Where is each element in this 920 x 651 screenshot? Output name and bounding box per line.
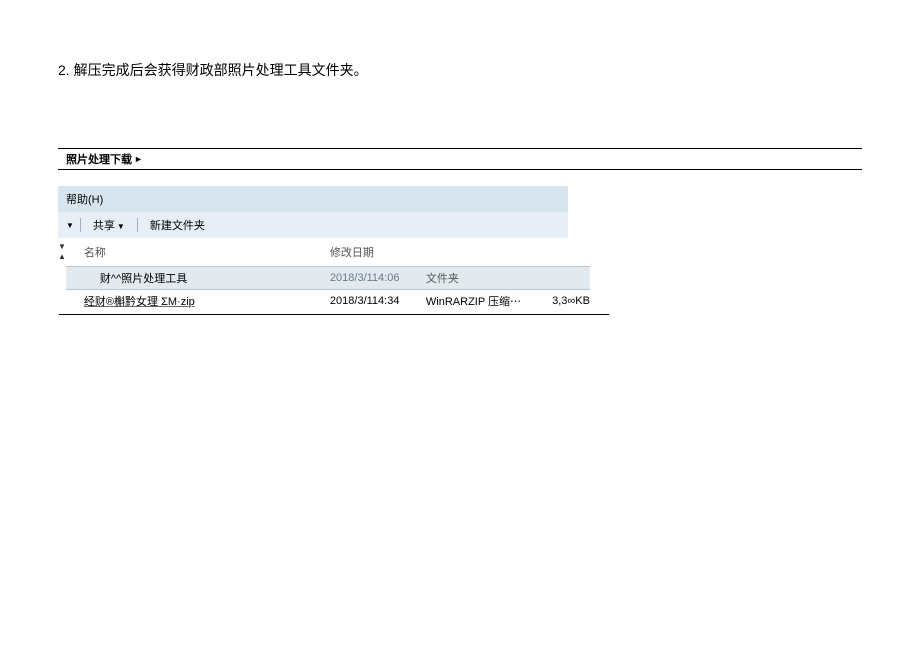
separator [80, 218, 81, 232]
new-folder-button[interactable]: 新建文件夹 [144, 217, 211, 233]
sort-down-icon: ▼ [58, 242, 66, 252]
sort-indicator: ▼ ▲ [58, 238, 66, 312]
chevron-down-icon: ▼ [117, 222, 125, 231]
col-date[interactable]: 修改日期 [330, 244, 426, 260]
file-date: 2018/3/114:06 [330, 272, 426, 284]
menubar: 帮助(H) [58, 186, 568, 212]
organize-dropdown-icon[interactable]: ▼ [66, 221, 74, 230]
instruction-text: 2. 解压完成后会获得财政部照片处理工具文件夹。 [58, 60, 862, 80]
file-type: WinRARZIP 压缩⋯ [426, 293, 540, 309]
breadcrumb-bar: 照片处理下载 ► [58, 148, 862, 170]
divider [59, 314, 609, 315]
list-item[interactable]: 财^^照片处理工具 2018/3/114:06 文件夹 [66, 266, 590, 290]
column-headers: 名称 修改日期 [66, 238, 590, 266]
col-size[interactable] [540, 244, 590, 260]
separator [137, 218, 138, 232]
file-type: 文件夹 [426, 270, 540, 286]
file-date: 2018/3/114:34 [330, 295, 426, 307]
help-menu[interactable]: 帮助(H) [66, 194, 103, 206]
breadcrumb[interactable]: 照片处理下载 ► [58, 149, 862, 169]
explorer-window: 帮助(H) ▼ 共享▼ 新建文件夹 ▼ ▲ 名称 修改日期 [58, 186, 568, 312]
share-button[interactable]: 共享▼ [87, 217, 131, 233]
file-name: 经财®槲黔女理 ΣM·zip [84, 293, 330, 309]
file-name: 财^^照片处理工具 [84, 270, 330, 286]
sort-up-icon: ▲ [58, 252, 66, 262]
col-name[interactable]: 名称 [84, 244, 330, 260]
toolbar: ▼ 共享▼ 新建文件夹 [58, 212, 568, 238]
file-size: 3,3∞KB [540, 295, 590, 307]
col-type[interactable] [426, 244, 540, 260]
chevron-right-icon: ► [134, 154, 143, 164]
breadcrumb-label: 照片处理下载 [66, 151, 132, 167]
list-item[interactable]: 经财®槲黔女理 ΣM·zip 2018/3/114:34 WinRARZIP 压… [66, 290, 590, 312]
